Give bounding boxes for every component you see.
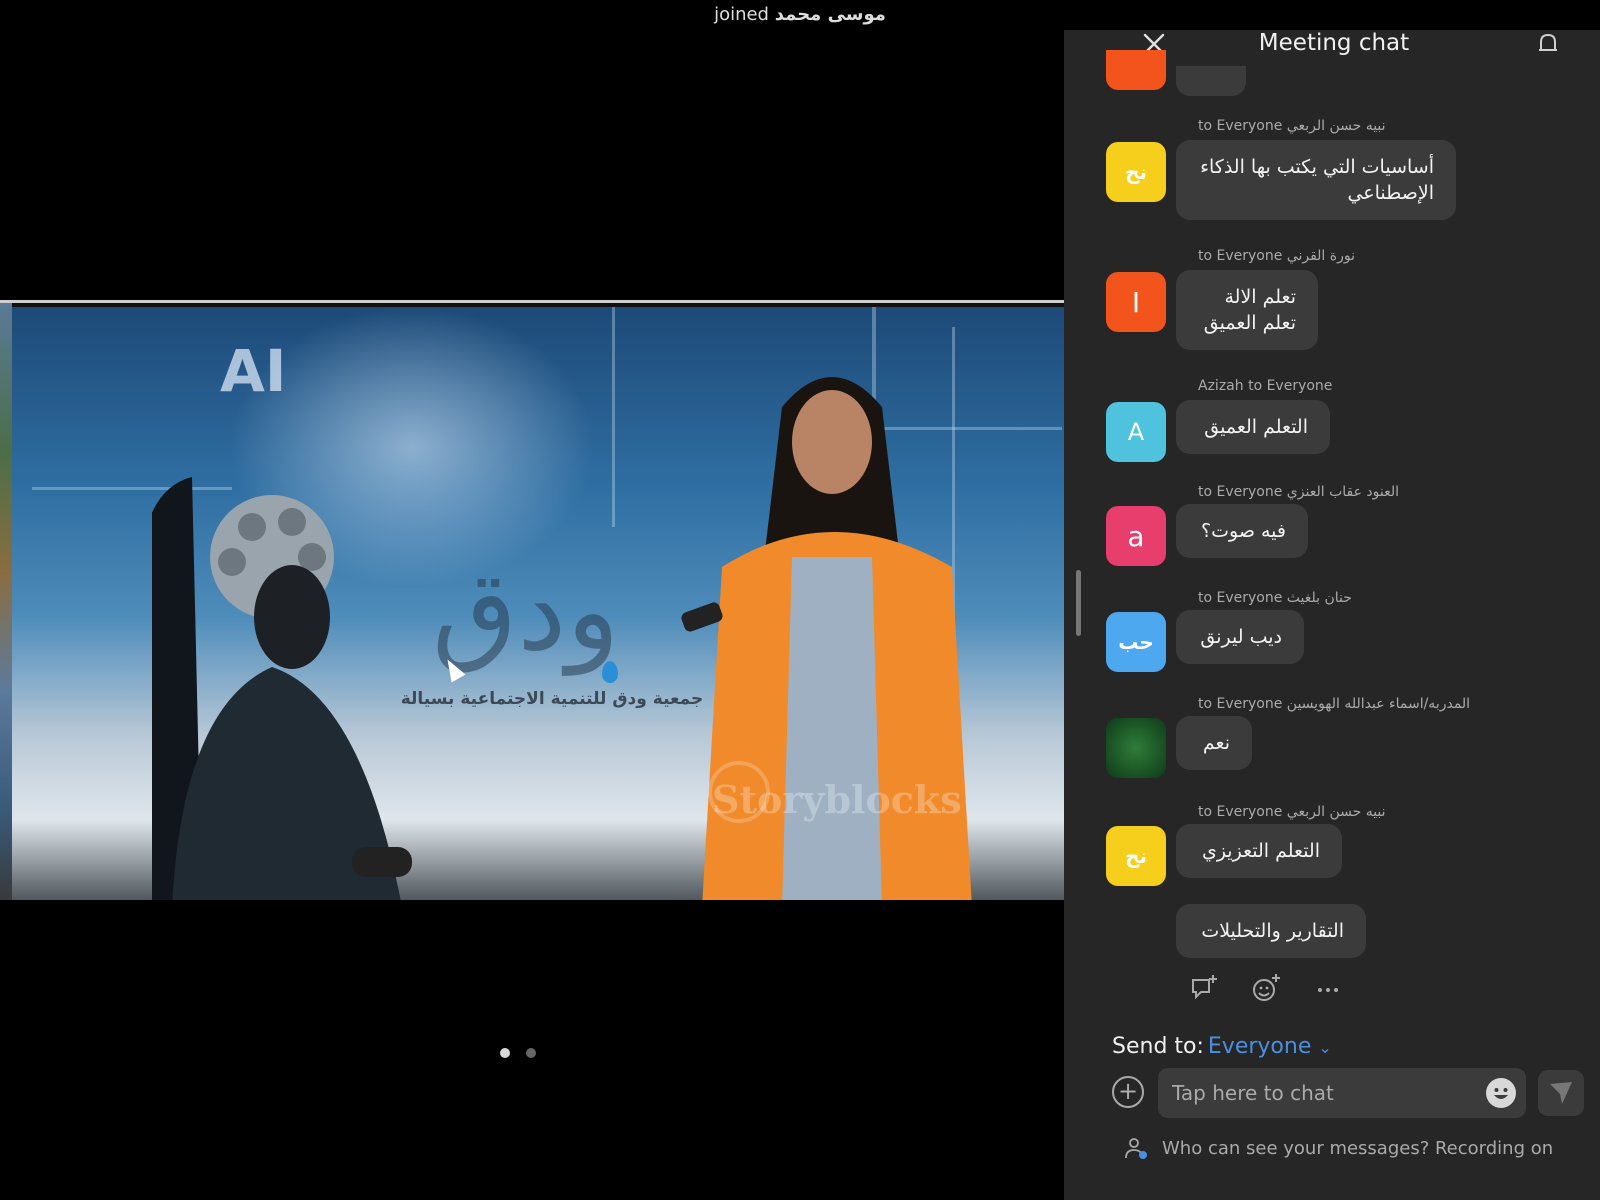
send-icon[interactable]: [1538, 1070, 1584, 1116]
avatar: نح: [1106, 142, 1166, 202]
message-meta: to Everyone العنود عقاب العنزي: [1198, 484, 1399, 500]
message-recipient: to Everyone: [1198, 484, 1283, 500]
message-bubble[interactable]: التعلم التعزيزي: [1176, 824, 1342, 878]
message-bubble[interactable]: التقارير والتحليلات: [1176, 904, 1366, 958]
avatar: نح: [1106, 826, 1166, 886]
thumbnail-strip: [0, 303, 12, 900]
more-options-icon[interactable]: [1312, 972, 1344, 1004]
message-bubble[interactable]: ديب ليرنق: [1176, 610, 1304, 664]
message-recipient: to Everyone: [1198, 590, 1283, 606]
message-sender: نبيه حسن الربعي: [1286, 118, 1386, 134]
avatar: a: [1106, 506, 1166, 566]
message-bubble: [1176, 66, 1246, 96]
page-dot[interactable]: [526, 1048, 536, 1058]
message-sender: نورة القرني: [1286, 248, 1355, 264]
message-sender: حنان بلغيث: [1286, 590, 1352, 606]
message-recipient: to Everyone: [1198, 696, 1283, 712]
chat-input-row: +: [1112, 1068, 1600, 1120]
add-attachment-icon[interactable]: +: [1112, 1076, 1144, 1108]
message-meta: to Everyone المدربه/اسماء عبدالله الهويس…: [1198, 696, 1470, 712]
seated-person-figure: [152, 477, 412, 900]
send-to-label: Send to:: [1112, 1034, 1204, 1059]
message-recipient: to Everyone: [1248, 378, 1333, 394]
message-bubble[interactable]: تعلم الالة تعلم العميق: [1176, 270, 1318, 350]
message-bubble[interactable]: فيه صوت؟: [1176, 504, 1308, 558]
message-sender: Azizah: [1198, 378, 1244, 394]
chat-input[interactable]: [1158, 1068, 1526, 1118]
message-recipient: to Everyone: [1198, 248, 1283, 264]
message-recipient: to Everyone: [1198, 804, 1283, 820]
privacy-text: Who can see your messages? Recording on: [1162, 1137, 1554, 1159]
message-sender: نبيه حسن الربعي: [1286, 804, 1386, 820]
emoji-icon[interactable]: [1486, 1078, 1516, 1108]
message-actions: [1188, 972, 1344, 1004]
avatar: A: [1106, 402, 1166, 462]
page-indicator[interactable]: [500, 1048, 536, 1058]
wadq-logo: ودق: [432, 547, 620, 675]
reply-icon[interactable]: [1188, 972, 1220, 1004]
message-meta: to Everyone نورة القرني: [1198, 248, 1355, 264]
people-icon: [1125, 1138, 1147, 1159]
shared-screen[interactable]: AI ودق جمعية ودق للتنمية الاجتماعية بسيا…: [0, 300, 1064, 900]
message-sender: العنود عقاب العنزي: [1286, 484, 1399, 500]
flag-avatar: [1106, 718, 1166, 778]
message-meta: to Everyone نبيه حسن الربعي: [1198, 804, 1386, 820]
avatar: I: [1106, 272, 1166, 332]
message-bubble[interactable]: نعم: [1176, 716, 1252, 770]
message-sender: المدربه/اسماء عبدالله الهويسين: [1286, 696, 1471, 712]
chat-title: Meeting chat: [1258, 30, 1410, 56]
send-to-selector[interactable]: Send to: Everyone ⌄: [1112, 1034, 1332, 1059]
message-recipient: to Everyone: [1198, 118, 1283, 134]
message-meta: to Everyone حنان بلغيث: [1198, 590, 1352, 606]
shared-video: AI ودق جمعية ودق للتنمية الاجتماعية بسيا…: [12, 307, 1064, 900]
meeting-chat-panel: Meeting chat to Everyone نبيه حسن الربعي…: [1064, 30, 1600, 1200]
send-to-target[interactable]: Everyone: [1208, 1034, 1311, 1059]
avatar: حب: [1106, 612, 1166, 672]
avatar: [1106, 50, 1166, 90]
joined-user-name: موسى محمد: [774, 4, 886, 25]
privacy-notice[interactable]: Who can see your messages? Recording on: [1124, 1136, 1553, 1160]
message-meta: Azizah to Everyone: [1198, 378, 1332, 394]
joined-action: joined: [714, 4, 769, 25]
storyblocks-watermark: Storyblocks: [712, 777, 962, 822]
page-dot[interactable]: [500, 1048, 510, 1058]
message-meta: to Everyone نبيه حسن الربعي: [1198, 118, 1386, 134]
join-notification: joined موسى محمد: [640, 4, 960, 25]
message-bubble[interactable]: أساسيات التي يكتب بها الذكاء الإصطناعي: [1176, 140, 1456, 220]
add-reaction-icon[interactable]: [1250, 972, 1282, 1004]
chat-scrollbar[interactable]: [1076, 570, 1081, 636]
ai-background-text: AI: [220, 337, 287, 405]
logo-drop-icon: [602, 661, 618, 683]
bell-icon[interactable]: [1534, 30, 1562, 58]
chevron-down-icon[interactable]: ⌄: [1318, 1038, 1331, 1057]
message-bubble[interactable]: التعلم العميق: [1176, 400, 1330, 454]
